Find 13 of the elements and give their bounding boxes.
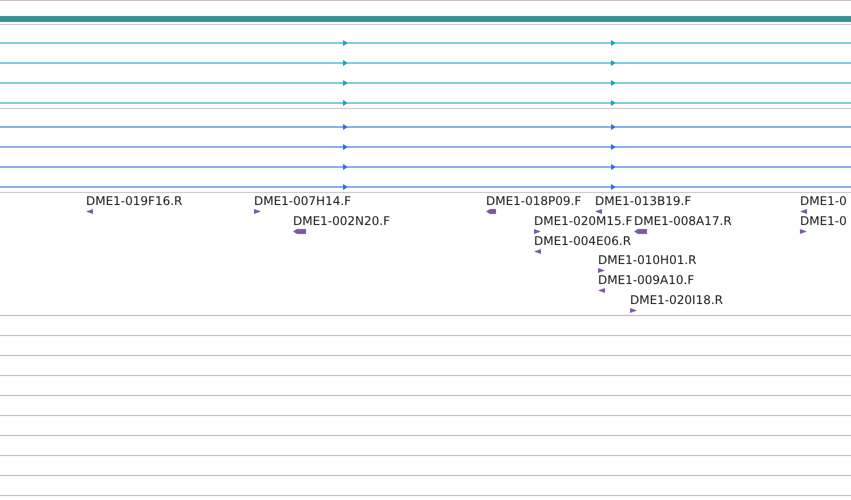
feature-label: DME1-002N20.F xyxy=(293,214,390,228)
feature-label: DME1-007H14.F xyxy=(254,194,352,208)
feature-label: DME1-013B19.F xyxy=(595,194,692,208)
feature-label: DME1-0 xyxy=(800,194,847,208)
feature-label: DME1-018P09.F xyxy=(486,194,582,208)
feature-label: DME1-009A10.F xyxy=(598,273,694,288)
feature-label: DME1-020M15.F xyxy=(534,214,632,228)
feature-label: DME1-004E06.R xyxy=(534,234,632,248)
feature-label: DME1-019F16.R xyxy=(86,194,182,208)
feature-label: DME1-008A17.R xyxy=(634,214,732,228)
feature-label: DME1-0 xyxy=(800,214,847,228)
feature-label: DME1-010H01.R xyxy=(598,253,696,268)
feature-label: DME1-020I18.R xyxy=(630,293,724,307)
